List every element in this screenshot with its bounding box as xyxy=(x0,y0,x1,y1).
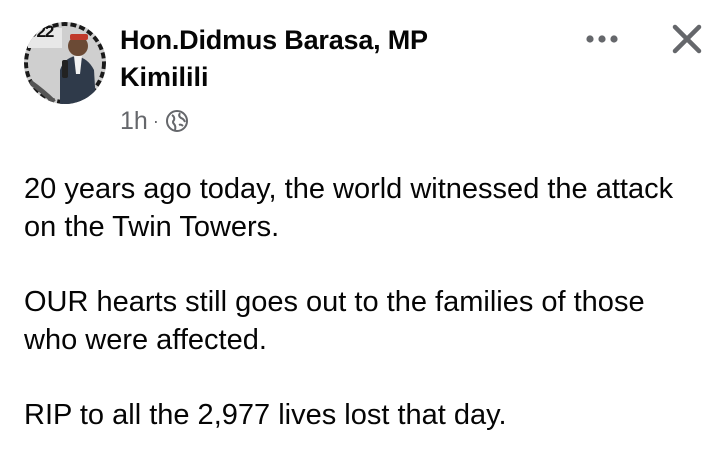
globe-icon[interactable] xyxy=(165,109,189,133)
avatar-badge: 022 xyxy=(28,22,54,41)
post-time[interactable]: 1h xyxy=(120,107,148,136)
more-horizontal-icon xyxy=(586,35,618,43)
post-paragraph: OUR hearts still goes out to the familie… xyxy=(24,286,645,356)
facebook-post: 022 Hon.Didmus Barasa, MP Kimilili 1h · … xyxy=(0,0,720,463)
close-button[interactable] xyxy=(664,16,710,62)
author-name[interactable]: Hon.Didmus Barasa, MP xyxy=(120,23,428,57)
more-options-button[interactable] xyxy=(578,22,626,56)
close-icon xyxy=(672,24,702,54)
post-meta: 1h · xyxy=(120,104,189,138)
post-paragraph: 20 years ago today, the world witnessed … xyxy=(24,173,674,243)
avatar[interactable]: 022 xyxy=(24,22,106,104)
post-paragraph: RIP to all the 2,977 lives lost that day… xyxy=(24,399,507,431)
meta-separator: · xyxy=(152,110,159,131)
author-subtitle[interactable]: Kimilili xyxy=(120,60,209,94)
post-body: 20 years ago today, the world witnessed … xyxy=(24,170,694,471)
